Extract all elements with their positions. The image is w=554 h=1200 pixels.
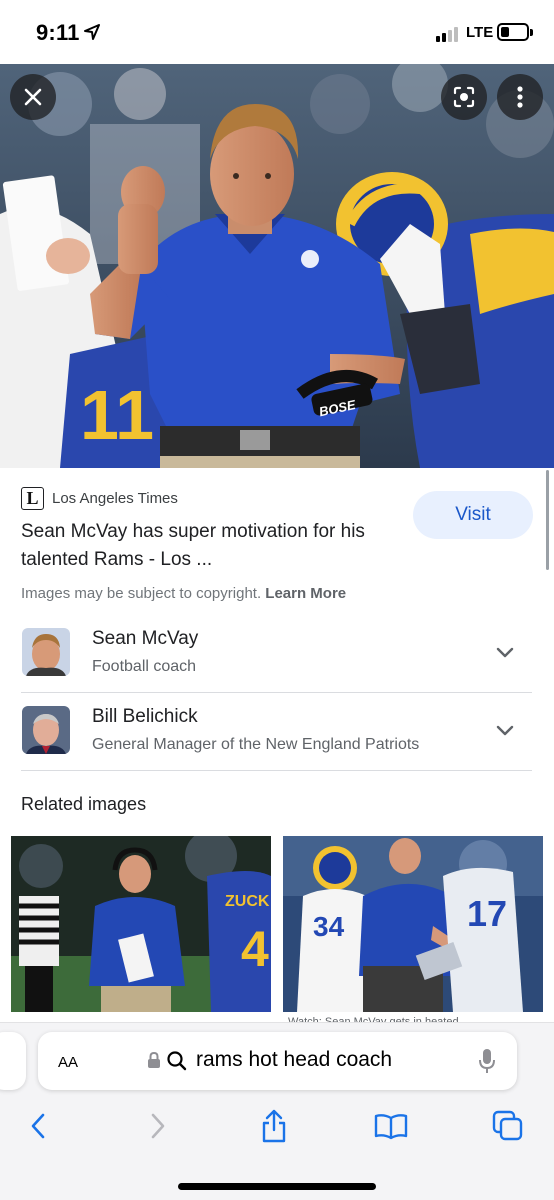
lens-icon [453,86,475,108]
entity-row-sean-mcvay[interactable]: Sean McVay Football coach [21,628,532,706]
divider [21,692,532,693]
scrollbar[interactable] [546,470,549,570]
more-vert-icon [517,86,523,108]
url-text[interactable]: rams hot head coach [196,1048,392,1072]
lens-button[interactable] [441,74,487,120]
visit-button[interactable]: Visit [413,491,533,539]
back-button[interactable] [18,1106,58,1146]
microphone-icon[interactable] [478,1048,496,1074]
svg-text:17: 17 [467,893,507,934]
source-logo: L [21,486,44,510]
entity-row-bill-belichick[interactable]: Bill Belichick General Manager of the Ne… [21,706,532,784]
book-icon [374,1114,408,1140]
entity-name: Bill Belichick [92,706,198,727]
battery-icon [497,23,533,41]
chevron-right-icon [151,1113,165,1139]
tabs-button[interactable] [488,1106,528,1146]
divider [21,770,532,771]
jersey-number-11: 11 [80,376,154,454]
related-image[interactable]: 34 17 [283,836,543,1012]
reader-settings-button[interactable]: AA [58,1050,78,1073]
entity-name: Sean McVay [92,628,199,649]
entity-avatar [22,628,70,676]
share-button[interactable] [254,1106,294,1146]
tabs-icon [492,1110,523,1141]
location-arrow-icon [84,24,100,40]
result-headline[interactable]: Sean McVay has super motivation for his … [21,518,401,574]
svg-text:34: 34 [313,911,345,942]
signal-strength-icon [436,24,464,42]
lock-icon [148,1051,160,1068]
copyright-notice: Images may be subject to copyright. Lear… [21,585,346,602]
chevron-left-icon [31,1113,45,1139]
address-bar[interactable]: AA rams hot head coach [38,1032,517,1090]
source-row[interactable]: L Los Angeles Times [21,486,178,510]
related-image[interactable]: ZUCK 4 [11,836,271,1012]
svg-text:4: 4 [241,921,269,977]
forward-button[interactable] [138,1106,178,1146]
source-name: Los Angeles Times [52,489,178,507]
bookmarks-button[interactable] [371,1106,411,1146]
chevron-down-icon[interactable] [495,720,515,740]
more-options-button[interactable] [497,74,543,120]
hero-image[interactable]: 11 46 BOSE [0,64,554,468]
status-bar: 9:11 LTE [0,0,554,64]
chevron-down-icon[interactable] [495,642,515,662]
network-type: LTE [466,24,494,41]
entity-avatar [22,706,70,754]
jersey-number-46: 46 [496,231,538,273]
entity-description: Football coach [92,658,197,675]
learn-more-link[interactable]: Learn More [265,585,346,602]
copyright-text: Images may be subject to copyright. [21,585,262,602]
share-icon [262,1109,286,1143]
close-icon [24,88,42,106]
previous-tab-preview[interactable] [0,1032,26,1090]
status-time: 9:11 [36,20,80,45]
home-indicator[interactable] [178,1183,376,1190]
related-images-heading: Related images [21,794,147,814]
search-icon [167,1051,187,1071]
entity-description: General Manager of the New England Patri… [92,736,420,753]
svg-text:ZUCK: ZUCK [225,893,270,910]
close-button[interactable] [10,74,56,120]
